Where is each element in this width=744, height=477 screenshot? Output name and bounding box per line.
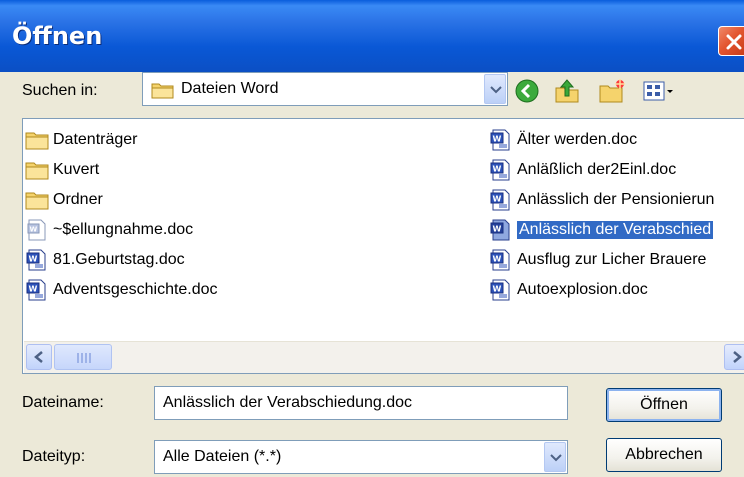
file-name: Kuvert — [53, 161, 100, 178]
close-button[interactable] — [718, 26, 744, 56]
filetype-dropdown-button[interactable] — [544, 442, 566, 472]
chevron-down-icon — [490, 86, 502, 94]
file-name: Autoexplosion.doc — [517, 281, 648, 298]
lookin-dropdown-button[interactable] — [484, 74, 506, 104]
file-name: Anlässlich der Pensionierun — [517, 191, 715, 208]
svg-text:W: W — [30, 226, 38, 234]
filename-label: Dateiname: — [22, 394, 104, 411]
file-name: Ordner — [53, 191, 103, 208]
file-name: Anlässlich der Verabschied — [517, 221, 714, 239]
folder-icon — [25, 192, 49, 210]
file-name: 81.Geburtstag.doc — [53, 251, 185, 268]
folder-icon — [25, 162, 49, 180]
list-item[interactable]: W Ausflug zur Licher Brauere — [489, 247, 706, 273]
new-folder-icon[interactable] — [598, 78, 626, 104]
back-icon[interactable] — [514, 78, 540, 104]
list-item[interactable]: W Anläßlich der2Einl.doc — [489, 157, 676, 183]
open-button[interactable]: Öffnen — [606, 388, 722, 422]
folder-icon — [25, 132, 49, 150]
list-item[interactable]: Datenträger — [25, 127, 138, 153]
filename-input[interactable]: Anlässlich der Verabschiedung.doc — [154, 386, 568, 420]
scroll-left-button[interactable] — [26, 344, 52, 370]
chevron-right-icon — [733, 351, 742, 363]
chevron-down-icon — [550, 454, 562, 462]
word-document-icon: W — [26, 249, 46, 271]
up-folder-icon[interactable] — [554, 78, 580, 104]
filetype-select[interactable]: Alle Dateien (*.*) — [154, 440, 568, 474]
lookin-value: Dateien Word — [181, 80, 279, 97]
file-name: Adventsgeschichte.doc — [53, 281, 218, 298]
file-name: Anläßlich der2Einl.doc — [517, 161, 677, 178]
word-document-icon: W — [490, 249, 510, 271]
window-title: Öffnen — [12, 22, 103, 50]
filename-value: Anlässlich der Verabschiedung.doc — [163, 394, 413, 411]
word-document-icon: W — [490, 189, 510, 211]
word-document-icon: W — [490, 279, 510, 301]
list-item[interactable]: Kuvert — [25, 157, 99, 183]
word-document-icon: W — [490, 219, 510, 241]
horizontal-scrollbar[interactable] — [24, 341, 744, 373]
scroll-thumb[interactable] — [54, 344, 112, 370]
word-document-icon: W — [26, 279, 46, 301]
svg-text:W: W — [493, 195, 502, 204]
svg-text:W: W — [493, 165, 502, 174]
scroll-right-button[interactable] — [724, 344, 744, 370]
list-item[interactable]: W Adventsgeschichte.doc — [25, 277, 218, 303]
file-name: Datenträger — [53, 131, 138, 148]
word-document-icon: W — [490, 129, 510, 151]
filetype-label: Dateityp: — [22, 448, 86, 465]
file-name: Älter werden.doc — [517, 131, 638, 148]
list-item[interactable]: W Anlässlich der Pensionierun — [489, 187, 714, 213]
word-document-icon: W — [490, 159, 510, 181]
list-item[interactable]: W 81.Geburtstag.doc — [25, 247, 185, 273]
list-item[interactable]: W ~$ellungnahme.doc — [25, 217, 193, 243]
list-item-selected[interactable]: W Anlässlich der Verabschied — [489, 217, 714, 243]
close-icon — [726, 34, 742, 50]
svg-text:W: W — [29, 285, 38, 294]
lookin-combobox[interactable]: Dateien Word — [142, 72, 508, 106]
lookin-label: Suchen in: — [22, 82, 98, 99]
list-item[interactable]: Ordner — [25, 187, 103, 213]
filetype-value: Alle Dateien (*.*) — [163, 448, 282, 465]
folder-icon — [151, 83, 174, 99]
cancel-button[interactable]: Abbrechen — [606, 438, 722, 472]
svg-text:W: W — [493, 255, 502, 264]
svg-text:W: W — [493, 225, 502, 234]
svg-text:W: W — [29, 255, 38, 264]
word-document-icon: W — [27, 219, 46, 241]
file-list[interactable]: Datenträger Kuvert Ordner W ~$ellungnahm… — [22, 118, 744, 374]
chevron-left-icon — [34, 351, 43, 363]
list-item[interactable]: W Älter werden.doc — [489, 127, 637, 153]
svg-text:W: W — [493, 135, 502, 144]
view-menu-icon[interactable] — [642, 78, 674, 104]
list-item[interactable]: W Autoexplosion.doc — [489, 277, 648, 303]
svg-text:W: W — [493, 285, 502, 294]
title-bar[interactable]: Öffnen — [0, 0, 744, 72]
file-name: Ausflug zur Licher Brauere — [517, 251, 707, 268]
file-name: ~$ellungnahme.doc — [53, 221, 194, 238]
